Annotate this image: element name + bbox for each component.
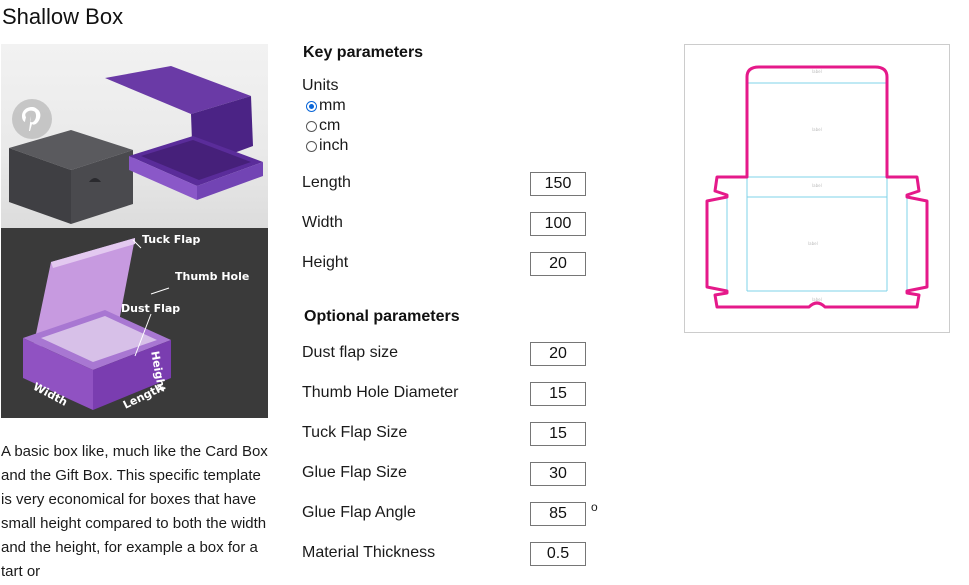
glue-flap-input[interactable]: 30 — [530, 462, 586, 486]
material-thickness-label: Material Thickness — [302, 544, 436, 561]
width-row: Width 100 — [302, 212, 602, 236]
dust-flap-label: Dust Flap — [121, 302, 181, 315]
key-parameters-heading: Key parameters — [303, 44, 424, 61]
height-label: Height — [302, 254, 349, 271]
thumb-hole-label: Thumb Hole Diameter — [302, 384, 459, 401]
svg-text:label: label — [812, 127, 822, 132]
units-option-cm[interactable]: cm — [306, 116, 340, 136]
glue-flap-angle-label: Glue Flap Angle — [302, 504, 416, 521]
radio-inch[interactable] — [306, 140, 317, 152]
thumb-hole-input[interactable]: 15 — [530, 382, 586, 406]
tuck-flap-row: Tuck Flap Size 15 — [302, 422, 602, 446]
units-option-label: cm — [319, 117, 341, 134]
units-option-mm[interactable]: mm — [306, 96, 346, 116]
radio-cm[interactable] — [306, 120, 317, 132]
box-diagram-image: Tuck Flap Thumb Hole Dust Flap Height Wi… — [1, 228, 268, 418]
tuck-flap-label: Tuck Flap Size — [302, 424, 408, 441]
optional-parameters-heading: Optional parameters — [304, 308, 460, 325]
page-title: Shallow Box — [2, 4, 124, 29]
length-row: Length 150 — [302, 172, 602, 196]
svg-text:label: label — [812, 69, 822, 74]
product-photo — [1, 44, 268, 228]
dust-flap-input[interactable]: 20 — [530, 342, 586, 366]
height-input[interactable]: 20 — [530, 252, 586, 276]
units-label: Units — [302, 77, 339, 94]
glue-flap-angle-input[interactable]: 85 — [530, 502, 586, 526]
svg-text:label: label — [812, 183, 822, 188]
svg-text:label: label — [808, 241, 818, 246]
degree-unit: o — [591, 500, 598, 514]
material-thickness-input[interactable]: 0.5 — [530, 542, 586, 566]
dust-flap-row: Dust flap size 20 — [302, 342, 602, 366]
units-option-label: inch — [319, 137, 349, 154]
template-preview: label label label label label — [684, 44, 950, 333]
glue-flap-angle-row: Glue Flap Angle 85 o — [302, 500, 602, 526]
length-input[interactable]: 150 — [530, 172, 586, 196]
pinterest-glyph-icon — [22, 107, 41, 131]
height-row: Height 20 — [302, 252, 602, 276]
width-input[interactable]: 100 — [530, 212, 586, 236]
units-option-label: mm — [319, 97, 346, 114]
box-description: A basic box like, much like the Card Box… — [1, 443, 268, 580]
glue-flap-label: Glue Flap Size — [302, 464, 407, 481]
svg-text:label: label — [812, 297, 822, 302]
dust-flap-label: Dust flap size — [302, 344, 399, 361]
tuck-flap-input[interactable]: 15 — [530, 422, 586, 446]
thumb-hole-row: Thumb Hole Diameter 15 — [302, 382, 602, 406]
material-thickness-row: Material Thickness 0.5 — [302, 542, 602, 566]
thumb-hole-label: Thumb Hole — [175, 270, 250, 283]
radio-mm[interactable] — [306, 100, 317, 112]
units-option-inch[interactable]: inch — [306, 136, 348, 156]
tuck-flap-label: Tuck Flap — [142, 233, 201, 246]
glue-flap-row: Glue Flap Size 30 — [302, 462, 602, 486]
width-label: Width — [302, 214, 343, 231]
pinterest-icon[interactable] — [12, 99, 52, 139]
dieline-drawing: label label label label label — [705, 65, 929, 309]
length-label: Length — [302, 174, 351, 191]
